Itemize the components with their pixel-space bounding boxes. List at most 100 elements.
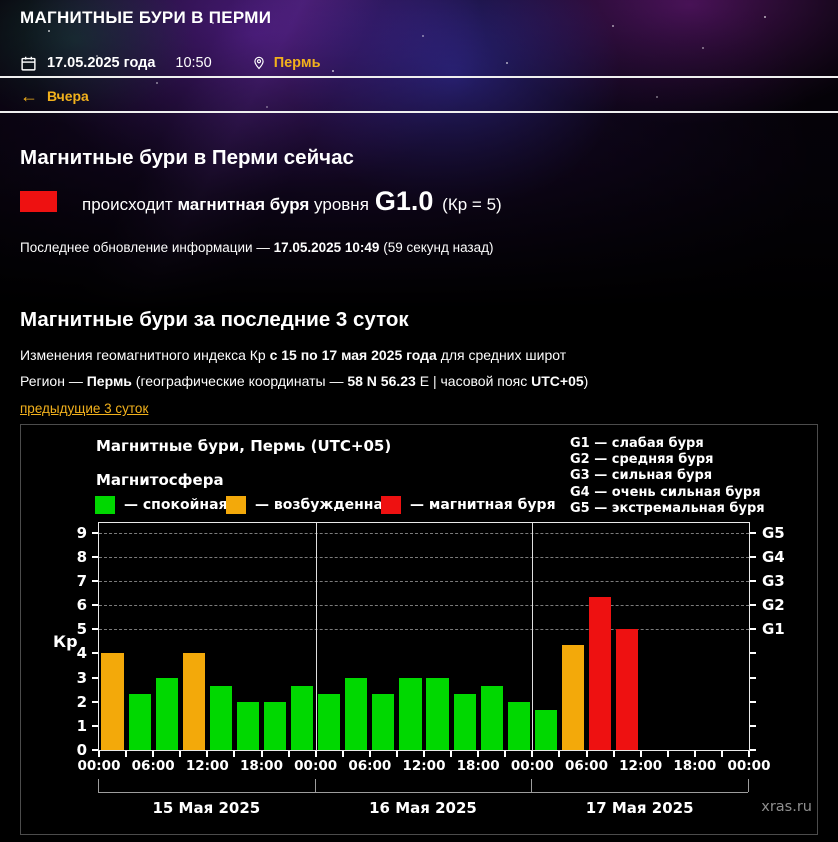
y-axis-label: 6 <box>61 596 87 614</box>
day-label: 17 Мая 2025 <box>531 799 748 817</box>
previous-3-days-link[interactable]: предыдущие 3 суток <box>20 401 148 416</box>
y-tick <box>750 628 756 630</box>
y-axis-label: 2 <box>61 693 87 711</box>
kp-bar <box>535 710 557 750</box>
date-row: 17.05.2025 года 10:50 Пермь <box>20 52 320 74</box>
kp-bar <box>589 597 611 750</box>
g-legend-line: G1 — слабая буря <box>570 436 765 452</box>
separator-line <box>0 111 838 113</box>
bracket-line <box>98 792 748 793</box>
x-axis-label: 00:00 <box>506 758 558 774</box>
legend-swatch-red <box>381 496 401 514</box>
y-tick <box>92 677 98 679</box>
kp-bar <box>399 678 421 750</box>
day-label: 15 Мая 2025 <box>98 799 315 817</box>
gridline <box>99 581 749 582</box>
g-legend-line: G3 — сильная буря <box>570 468 765 484</box>
gridline <box>99 533 749 534</box>
now-section-heading: Магнитные бури в Перми сейчас <box>20 146 354 170</box>
yesterday-label: Вчера <box>47 88 89 104</box>
g-axis-label: G2 <box>762 596 785 614</box>
day-divider-line <box>316 523 317 750</box>
status-color-swatch <box>20 191 57 212</box>
legend-item-storm: — магнитная буря <box>381 496 556 514</box>
kp-bar <box>372 694 394 750</box>
bracket-tick <box>98 779 99 792</box>
page-title: МАГНИТНЫЕ БУРИ В ПЕРМИ <box>20 8 271 28</box>
day-label: 16 Мая 2025 <box>315 799 532 817</box>
x-tick <box>342 751 344 757</box>
y-tick <box>92 725 98 727</box>
y-tick <box>750 580 756 582</box>
y-tick <box>750 749 756 751</box>
x-tick <box>640 751 642 757</box>
y-tick <box>92 580 98 582</box>
city-link[interactable]: Пермь <box>274 55 321 71</box>
x-tick <box>125 751 127 757</box>
day-axis-bracket: 15 Мая 2025 16 Мая 2025 17 Мая 2025 <box>98 792 748 826</box>
history-section-heading: Магнитные бури за последние 3 суток <box>20 308 409 332</box>
x-tick <box>369 751 371 757</box>
x-tick <box>152 751 154 757</box>
x-axis-label: 18:00 <box>236 758 288 774</box>
kp-plot: 0123456789G1G2G3G4G500:0006:0012:0018:00… <box>98 522 750 751</box>
y-tick <box>750 725 756 727</box>
bracket-tick <box>531 779 532 792</box>
x-tick <box>261 751 263 757</box>
x-tick <box>396 751 398 757</box>
chart-title: Магнитные бури, Пермь (UTC+05) <box>96 437 391 455</box>
kp-bar <box>237 702 259 750</box>
kp-bar <box>318 694 340 750</box>
kp-bar <box>264 702 286 750</box>
g-legend-line: G5 — экстремальная буря <box>570 501 765 517</box>
kp-bar <box>183 653 205 750</box>
legend-item-excited: — возбужденная <box>226 496 392 514</box>
gridline <box>99 629 749 630</box>
legend-swatch-orange <box>226 496 246 514</box>
day-divider-line <box>532 523 533 750</box>
legend-swatch-green <box>95 496 115 514</box>
g-axis-label: G4 <box>762 548 785 566</box>
y-tick <box>92 628 98 630</box>
storm-status-row: происходит магнитная буря уровняG1.0 (Кр… <box>20 186 502 216</box>
y-axis-label: 5 <box>61 620 87 638</box>
kp-bar <box>291 686 313 750</box>
x-axis-label: 12:00 <box>615 758 667 774</box>
kp-bar <box>345 678 367 750</box>
y-axis-label: 1 <box>61 717 87 735</box>
y-tick <box>92 532 98 534</box>
kp-bar <box>426 678 448 750</box>
x-tick <box>423 751 425 757</box>
y-tick <box>750 652 756 654</box>
kp-bar <box>508 702 530 750</box>
g-legend-line: G4 — очень сильная буря <box>570 485 765 501</box>
kp-bar <box>129 694 151 750</box>
x-axis-label: 06:00 <box>561 758 613 774</box>
location-pin-icon <box>252 54 266 72</box>
y-tick <box>750 701 756 703</box>
x-tick <box>667 751 669 757</box>
g-scale-legend: G1 — слабая буря G2 — средняя буря G3 — … <box>570 436 765 517</box>
gridline <box>99 605 749 606</box>
x-axis-label: 06:00 <box>344 758 396 774</box>
x-tick <box>721 751 723 757</box>
status-text: происходит магнитная буря уровняG1.0 (Кр… <box>82 186 502 217</box>
legend-label: — возбужденная <box>255 497 392 513</box>
x-tick <box>233 751 235 757</box>
separator-line <box>0 76 838 78</box>
x-axis-label: 18:00 <box>452 758 504 774</box>
current-time: 10:50 <box>175 55 211 71</box>
x-tick <box>315 751 317 757</box>
left-arrow-icon: ← <box>20 88 38 104</box>
yesterday-link[interactable]: ← Вчера <box>20 88 89 104</box>
x-tick <box>98 751 100 757</box>
kp-bar <box>616 629 638 750</box>
legend-label: — магнитная буря <box>410 497 556 513</box>
kp-bar <box>210 686 232 750</box>
page: МАГНИТНЫЕ БУРИ В ПЕРМИ 17.05.2025 года 1… <box>0 0 838 842</box>
x-tick <box>748 751 750 757</box>
y-axis-label: 7 <box>61 572 87 590</box>
x-axis-label: 00:00 <box>290 758 342 774</box>
g-axis-label: G1 <box>762 620 785 638</box>
x-tick <box>206 751 208 757</box>
